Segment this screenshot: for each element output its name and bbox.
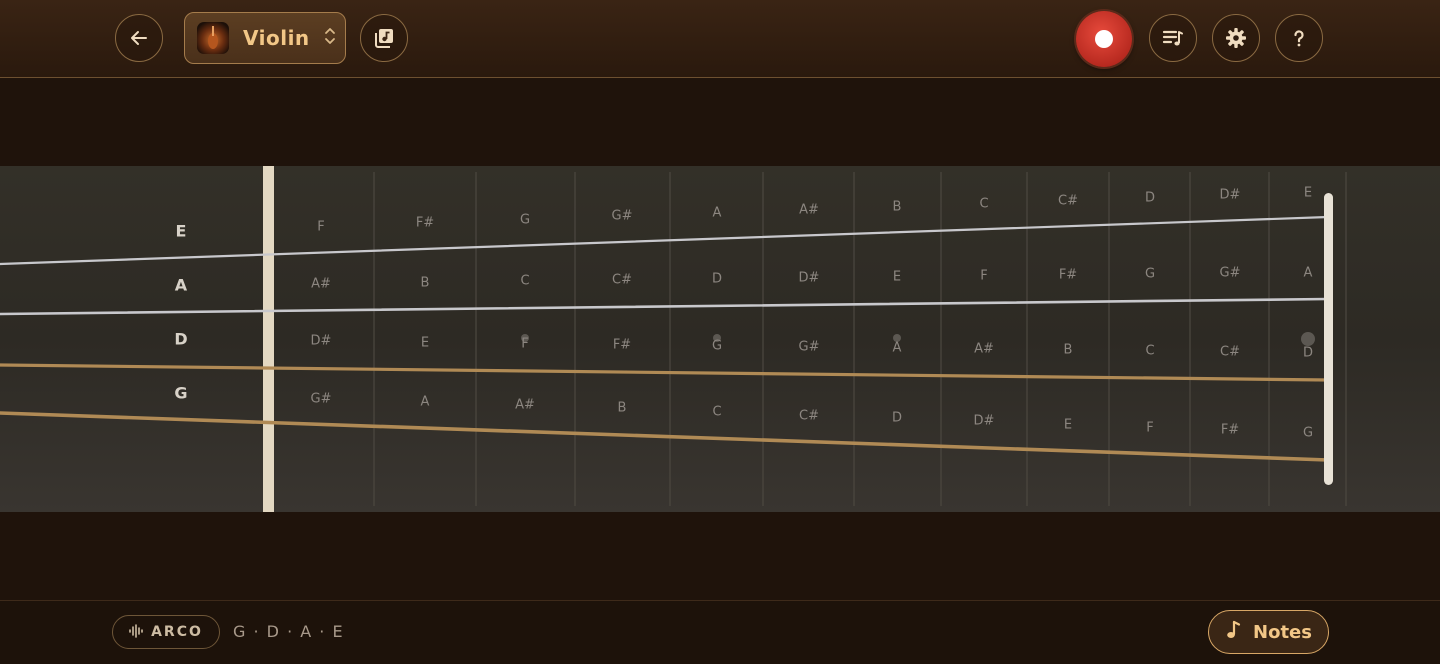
note-label[interactable]: F# — [416, 216, 434, 231]
note-label[interactable]: C — [712, 405, 721, 420]
note-label[interactable]: E — [421, 336, 429, 351]
back-button[interactable] — [115, 14, 163, 62]
waveform-icon — [129, 623, 143, 642]
note-label[interactable]: F — [1146, 421, 1153, 436]
note-label[interactable]: G — [520, 213, 530, 228]
instrument-name: Violin — [243, 26, 310, 50]
note-label[interactable]: F# — [1221, 423, 1239, 438]
note-label[interactable]: G — [1145, 267, 1155, 282]
note-label[interactable]: G# — [612, 209, 633, 224]
music-note-icon — [1225, 620, 1241, 644]
note-label[interactable]: D# — [974, 414, 995, 429]
note-label[interactable]: C — [1145, 344, 1154, 359]
settings-button[interactable] — [1212, 14, 1260, 62]
gear-icon — [1224, 26, 1248, 50]
note-label[interactable]: G# — [799, 340, 820, 355]
note-label[interactable]: G — [1303, 426, 1313, 441]
notes-toggle-button[interactable]: Notes — [1208, 610, 1329, 654]
note-label[interactable]: D — [712, 272, 722, 287]
note-label[interactable]: A# — [515, 398, 535, 413]
music-library-icon — [372, 26, 396, 50]
arco-mode-button[interactable]: ARCO — [112, 615, 220, 649]
record-button[interactable] — [1076, 11, 1132, 67]
note-label[interactable]: A — [893, 341, 902, 356]
note-label[interactable]: F# — [1059, 268, 1077, 283]
note-label[interactable]: C — [979, 197, 988, 212]
chevron-up-down-icon — [324, 26, 336, 50]
note-label[interactable]: E — [1064, 418, 1072, 433]
note-label[interactable]: B — [421, 276, 430, 291]
record-icon — [1095, 30, 1113, 48]
note-label[interactable]: D# — [799, 271, 820, 286]
note-label[interactable]: B — [618, 401, 627, 416]
note-label[interactable]: B — [893, 200, 902, 215]
note-label[interactable]: G# — [311, 392, 332, 407]
playlist-icon — [1161, 26, 1185, 50]
string-label: E — [176, 222, 187, 241]
note-label[interactable]: C# — [612, 273, 632, 288]
note-label[interactable]: D — [1303, 346, 1313, 361]
note-label[interactable]: C# — [1220, 345, 1240, 360]
note-label[interactable]: E — [893, 270, 901, 285]
note-label[interactable]: A — [421, 395, 430, 410]
position-marker — [1301, 332, 1315, 346]
nut — [263, 166, 274, 512]
note-label[interactable]: A# — [799, 203, 819, 218]
note-label[interactable]: B — [1064, 343, 1073, 358]
note-label[interactable]: A — [713, 206, 722, 221]
note-label[interactable]: F — [980, 269, 987, 284]
fingerboard: E A D G F F# G G# A A# B C C# D D# E A# B C C# D D# E F F# G G# A D… — [0, 166, 1440, 512]
note-label[interactable]: C# — [1058, 194, 1078, 209]
mode-label: ARCO — [151, 624, 203, 640]
note-label[interactable]: D# — [1220, 188, 1241, 203]
string-label: A — [175, 276, 188, 295]
arrow-left-icon — [128, 27, 150, 49]
string-label: D — [174, 330, 187, 349]
note-label[interactable]: C# — [799, 409, 819, 424]
notes-label: Notes — [1253, 621, 1312, 643]
note-label[interactable]: F — [317, 220, 324, 235]
note-label[interactable]: E — [1304, 186, 1312, 201]
note-label[interactable]: A# — [974, 342, 994, 357]
violin-thumbnail — [197, 22, 229, 54]
note-label[interactable]: G — [712, 339, 722, 354]
note-label[interactable]: F# — [613, 338, 631, 353]
note-label[interactable]: D — [892, 411, 902, 426]
note-label[interactable]: A — [1304, 266, 1313, 281]
bridge — [1324, 193, 1333, 485]
string-label: G — [174, 384, 187, 403]
help-button[interactable] — [1275, 14, 1323, 62]
playlist-button[interactable] — [1149, 14, 1197, 62]
note-label[interactable]: A# — [311, 277, 331, 292]
instrument-selector[interactable]: Violin — [184, 12, 346, 64]
note-label[interactable]: F — [521, 337, 528, 352]
note-label[interactable]: D — [1145, 191, 1155, 206]
note-label[interactable]: G# — [1220, 266, 1241, 281]
tuning-label: G · D · A · E — [233, 622, 345, 641]
library-button[interactable] — [360, 14, 408, 62]
note-label[interactable]: C — [520, 274, 529, 289]
note-label[interactable]: D# — [311, 334, 332, 349]
question-icon — [1287, 26, 1311, 50]
